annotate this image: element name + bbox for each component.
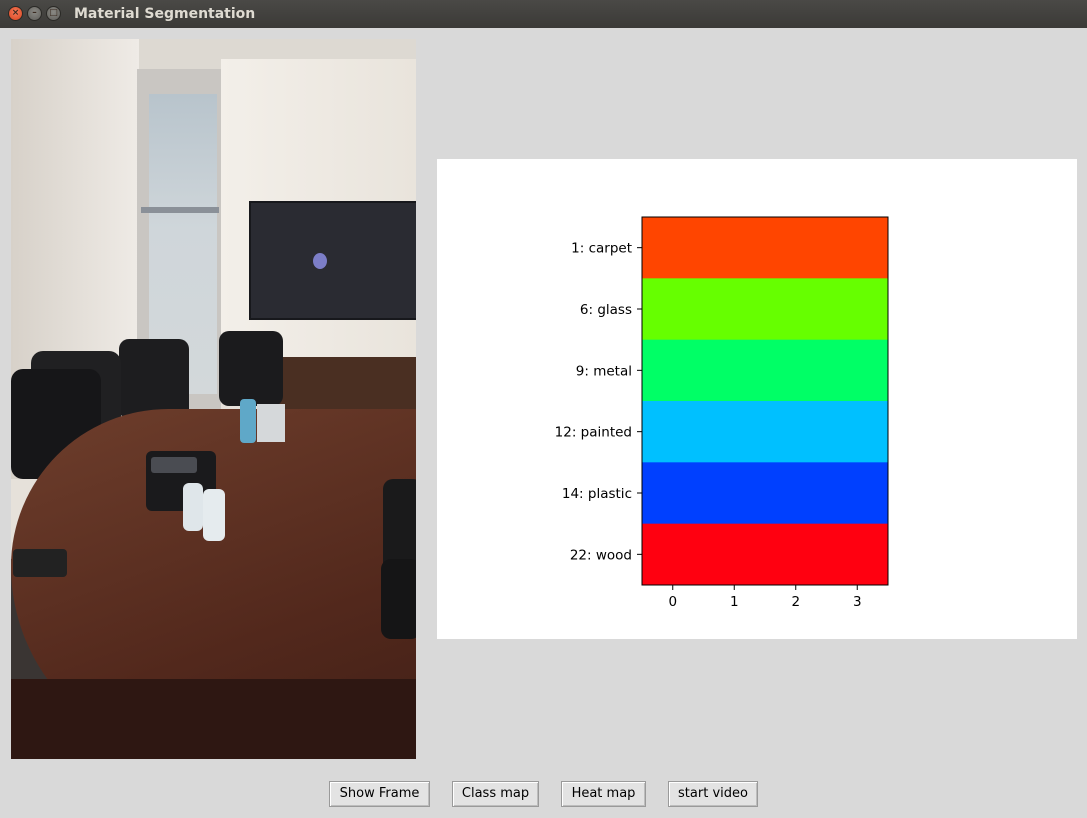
- heatmap-row: [642, 401, 888, 463]
- heatmap-row: [642, 462, 888, 525]
- y-tick-label: 14: plastic: [562, 486, 632, 502]
- glass-stripe: [141, 207, 219, 213]
- title-bar: × – □ Material Segmentation: [0, 0, 1087, 28]
- camera-frame-image: [11, 39, 416, 759]
- hand-sanitizer: [240, 399, 256, 443]
- y-tick-label: 22: wood: [570, 547, 632, 563]
- y-tick-label: 12: painted: [555, 425, 632, 441]
- chair-back: [381, 559, 416, 639]
- window-title: Material Segmentation: [74, 6, 256, 22]
- y-tick-label: 6: glass: [580, 302, 632, 318]
- window-close-button[interactable]: ×: [8, 6, 23, 21]
- tv-logo: [313, 253, 327, 269]
- y-tick-label: 1: carpet: [571, 241, 632, 257]
- x-tick-label: 2: [791, 594, 800, 610]
- heatmap-row: [642, 339, 888, 402]
- start-video-button[interactable]: start video: [668, 781, 758, 807]
- heatmap-row: [642, 217, 888, 279]
- maximize-icon: □: [49, 8, 58, 18]
- table-port: [13, 549, 67, 577]
- table-edge: [11, 679, 416, 759]
- show-frame-button[interactable]: Show Frame: [329, 781, 430, 807]
- close-icon: ×: [11, 8, 20, 18]
- heatmap-row: [642, 523, 888, 586]
- chair-back: [119, 339, 189, 419]
- x-tick-label: 1: [730, 594, 739, 610]
- heat-map-button[interactable]: Heat map: [561, 781, 646, 807]
- class-map-plot: 1: carpet 6: glass 9: metal 12: painted 14: …: [437, 159, 1077, 639]
- class-map-chart: 1: carpet 6: glass 9: metal 12: painted 14: …: [555, 216, 889, 610]
- chair-back: [219, 331, 283, 406]
- wall-tv: [249, 201, 416, 320]
- minimize-icon: –: [32, 8, 37, 18]
- phone-device-top: [151, 457, 197, 473]
- window-maximize-button[interactable]: □: [46, 6, 61, 21]
- window-minimize-button[interactable]: –: [27, 6, 42, 21]
- x-tick-label: 0: [668, 594, 677, 610]
- tissue-box: [257, 404, 285, 442]
- class-map-button[interactable]: Class map: [452, 781, 539, 807]
- y-tick-label: 9: metal: [576, 363, 632, 379]
- heatmap-row: [642, 278, 888, 341]
- water-bottle: [183, 483, 203, 531]
- x-tick-label: 3: [853, 594, 862, 610]
- water-bottle: [203, 489, 225, 541]
